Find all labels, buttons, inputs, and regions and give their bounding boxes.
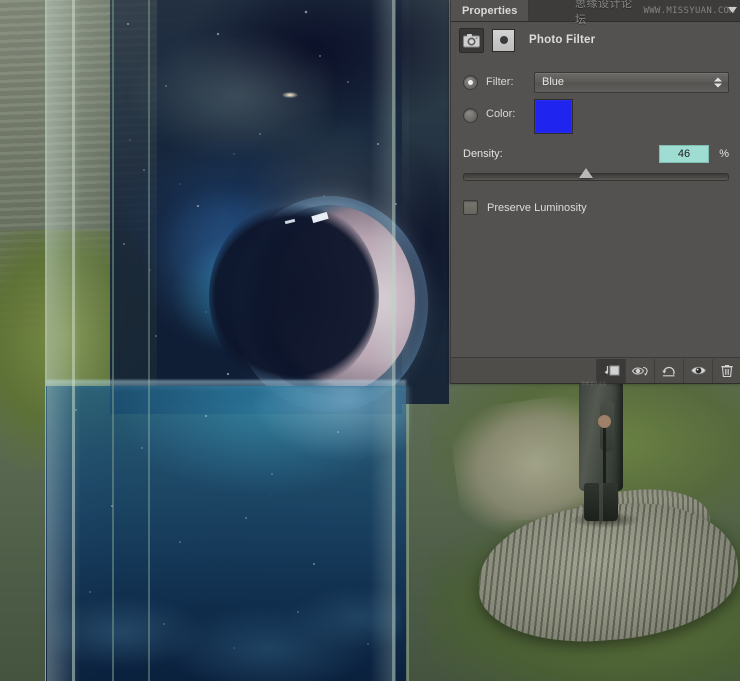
bottle-edge-mid-right	[148, 0, 150, 681]
density-unit: %	[719, 148, 729, 160]
preserve-luminosity-row[interactable]: Preserve Luminosity	[463, 200, 729, 215]
density-input[interactable]: 46	[659, 145, 709, 163]
view-previous-state-button[interactable]	[625, 358, 654, 383]
color-swatch[interactable]	[534, 99, 573, 134]
panel-menu-icon[interactable]	[728, 6, 737, 15]
density-slider-thumb[interactable]	[579, 168, 593, 178]
clip-to-layer-button[interactable]	[596, 358, 625, 383]
tab-properties-label: Properties	[462, 4, 518, 17]
panel-footer-toolbar	[451, 357, 740, 383]
figure-legs	[584, 483, 618, 521]
bottle-highlight-left	[47, 0, 81, 681]
color-radio[interactable]	[463, 108, 478, 123]
preserve-luminosity-checkbox[interactable]	[463, 200, 478, 215]
updown-stepper-icon[interactable]	[714, 76, 723, 89]
bottle-highlight-right	[370, 0, 396, 681]
underwater-reef	[50, 548, 402, 681]
filter-row: Filter: Blue	[463, 71, 729, 93]
filter-select-value: Blue	[542, 76, 565, 88]
figure-hands	[598, 415, 611, 428]
filter-radio[interactable]	[463, 74, 478, 90]
trash-icon	[721, 365, 733, 378]
tab-properties[interactable]: Properties	[451, 0, 530, 21]
adjustment-title: Photo Filter	[529, 34, 596, 46]
density-label: Density:	[463, 148, 503, 160]
density-slider[interactable]	[463, 168, 729, 181]
photo-filter-icon[interactable]	[459, 27, 484, 53]
density-block: Density: 46 %	[463, 145, 729, 181]
eye-previous-state-icon	[631, 366, 648, 376]
panel-tab-bar: Properties	[451, 0, 740, 22]
moon-shadow-mask	[209, 201, 379, 391]
preserve-luminosity-label: Preserve Luminosity	[487, 201, 587, 214]
reset-adjustment-button[interactable]	[654, 358, 683, 383]
tab-bar-filler	[529, 0, 740, 21]
bottle-edge-mid-left	[112, 0, 114, 681]
properties-panel: Properties Photo Filter Filter: Blue Col…	[450, 0, 740, 386]
color-label: Color:	[486, 108, 516, 120]
chevron-up-icon	[714, 77, 722, 81]
reset-arrow-icon	[662, 366, 675, 376]
footer-watermark: 思缘设计论坛	[581, 381, 607, 386]
clip-to-layer-icon	[604, 365, 619, 375]
adjustment-header: Photo Filter	[451, 22, 740, 59]
layer-mask-thumbnail-icon[interactable]	[492, 28, 515, 52]
figure-walking-stick	[603, 422, 606, 492]
toggle-layer-visibility-button[interactable]	[683, 358, 712, 383]
filter-label: Filter:	[486, 76, 514, 88]
chevron-down-icon	[714, 83, 722, 87]
delete-adjustment-button[interactable]	[712, 358, 740, 383]
filter-select[interactable]: Blue	[534, 71, 729, 93]
bright-star-flare	[282, 92, 298, 98]
color-row: Color:	[463, 99, 729, 134]
panel-body: Filter: Blue Color: Density: 46 % Preser…	[451, 59, 740, 215]
mask-dot	[499, 36, 508, 44]
eye-icon	[690, 366, 706, 375]
photoshop-screenshot: Properties Photo Filter Filter: Blue Col…	[0, 0, 740, 681]
density-row: Density: 46 %	[463, 145, 729, 163]
